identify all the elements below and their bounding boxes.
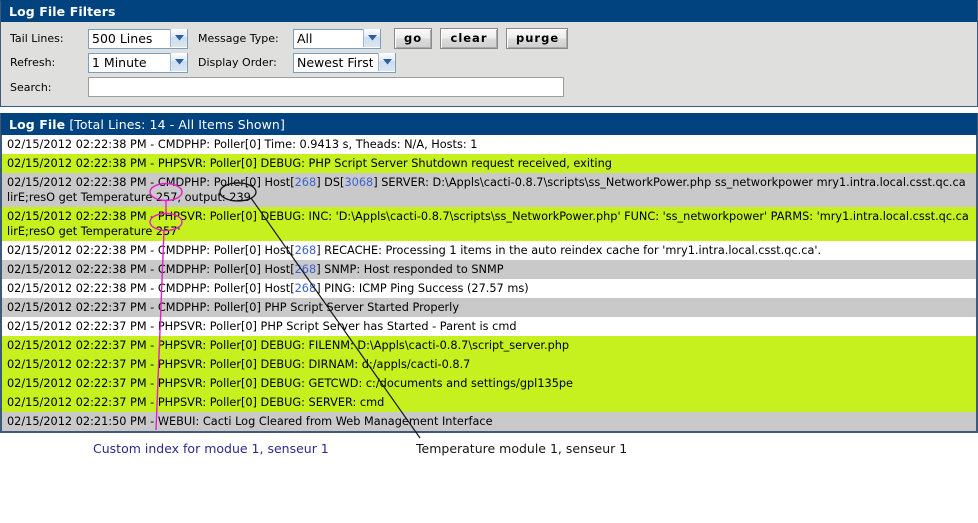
filters-row-1: Tail Lines: 500 Lines Message Type: All [1,26,977,50]
log-row: 02/15/2012 02:22:37 PM - PHPSVR: Poller[… [2,336,976,355]
log-file-panel: Log File [Total Lines: 14 - All Items Sh… [0,113,978,433]
filters-row-3: Search: [1,74,977,100]
log-file-filters-panel: Log File Filters Tail Lines: 500 Lines M… [0,0,978,107]
go-button[interactable]: go [394,27,432,49]
refresh-label: Refresh: [10,55,56,69]
message-type-select[interactable]: All [293,28,381,49]
tail-lines-select-wrap: 500 Lines [88,28,188,49]
filters-panel-title: Log File Filters [1,1,977,22]
log-panel-title-text: Log File [9,117,66,132]
log-row: 02/15/2012 02:22:38 PM - PHPSVR: Poller[… [2,207,976,241]
filters-form: Tail Lines: 500 Lines Message Type: All [1,22,977,106]
log-panel-title-suffix: [Total Lines: 14 - All Items Shown] [69,117,285,132]
log-row: 02/15/2012 02:22:38 PM - CMDPHP: Poller[… [2,135,976,154]
message-type-label: Message Type: [198,31,279,45]
screenshot-root: Log File Filters Tail Lines: 500 Lines M… [0,0,978,523]
log-row: 02/15/2012 02:22:38 PM - CMDPHP: Poller[… [2,173,976,207]
refresh-select-wrap: 1 Minute [88,52,188,73]
display-order-select-wrap: Newest First [293,52,396,73]
log-panel-title: Log File [Total Lines: 14 - All Items Sh… [1,114,977,135]
log-row: 02/15/2012 02:22:37 PM - PHPSVR: Poller[… [2,317,976,336]
log-row: 02/15/2012 02:21:50 PM - WEBUI: Cacti Lo… [2,412,976,431]
log-row: 02/15/2012 02:22:38 PM - CMDPHP: Poller[… [2,260,976,279]
log-row: 02/15/2012 02:22:38 PM - CMDPHP: Poller[… [2,279,976,298]
display-order-label: Display Order: [198,55,277,69]
log-row: 02/15/2012 02:22:37 PM - CMDPHP: Poller[… [2,298,976,317]
filters-row-2: Refresh: 1 Minute Display Order: Newest … [1,50,977,74]
search-label: Search: [10,80,52,94]
message-type-select-wrap: All [293,28,381,49]
display-order-select[interactable]: Newest First [293,52,396,73]
log-row: 02/15/2012 02:22:38 PM - PHPSVR: Poller[… [2,154,976,173]
log-row-list: 02/15/2012 02:22:38 PM - CMDPHP: Poller[… [1,135,977,432]
clear-button[interactable]: clear [440,27,498,49]
log-row: 02/15/2012 02:22:37 PM - PHPSVR: Poller[… [2,393,976,412]
refresh-select[interactable]: 1 Minute [88,52,188,73]
search-input[interactable] [88,77,564,97]
purge-button[interactable]: purge [506,27,568,49]
annotation-custom-index: Custom index for modue 1, senseur 1 [93,441,329,456]
log-row: 02/15/2012 02:22:37 PM - PHPSVR: Poller[… [2,355,976,374]
annotation-temperature: Temperature module 1, senseur 1 [416,441,628,456]
filters-panel-title-text: Log File Filters [9,4,116,19]
tail-lines-select[interactable]: 500 Lines [88,28,188,49]
log-row: 02/15/2012 02:22:37 PM - PHPSVR: Poller[… [2,374,976,393]
tail-lines-label: Tail Lines: [10,31,64,45]
log-row: 02/15/2012 02:22:38 PM - CMDPHP: Poller[… [2,241,976,260]
